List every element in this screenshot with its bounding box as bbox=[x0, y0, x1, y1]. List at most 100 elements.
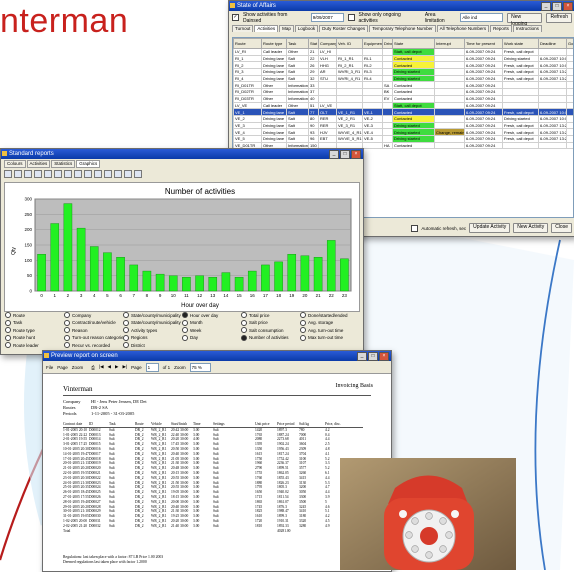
last-page-icon[interactable]: ▶| bbox=[122, 364, 127, 370]
option-avg-storage[interactable]: Avg. storage bbox=[300, 319, 359, 326]
column-header[interactable]: Veh. ID bbox=[336, 38, 363, 49]
toolbar-icon[interactable] bbox=[124, 169, 132, 178]
option-company[interactable]: Company bbox=[64, 312, 123, 318]
toolbar-icon[interactable] bbox=[14, 169, 22, 178]
option-state-county-municipality-text[interactable]: State/county/municipality text bbox=[123, 319, 182, 326]
zoom-select[interactable]: 75 % bbox=[189, 362, 211, 372]
toolbar-icon[interactable] bbox=[104, 169, 112, 178]
option-number-of-activities[interactable]: Number of activities bbox=[241, 334, 300, 341]
option-avg-turn-out-time[interactable]: Avg. turn-out time bbox=[300, 327, 359, 334]
radio-button[interactable] bbox=[5, 312, 11, 318]
toolbar-icon[interactable] bbox=[34, 169, 42, 178]
table-row[interactable]: VE_1 Driving lane Salt 77 OLT VE_1_R1 VE-1 Cont… bbox=[233, 108, 573, 116]
tab-statistics[interactable]: Statistics bbox=[51, 160, 76, 168]
toolbar-icon[interactable] bbox=[24, 169, 32, 178]
option-month[interactable]: Month bbox=[182, 319, 241, 326]
radio-button[interactable] bbox=[123, 327, 129, 334]
radio-button[interactable] bbox=[300, 312, 306, 318]
column-header[interactable]: Driver bbox=[382, 38, 393, 49]
close-icon[interactable]: × bbox=[379, 352, 389, 361]
date-field[interactable]: 9/09/2007 bbox=[310, 13, 344, 22]
option-recur-vs-recorded[interactable]: Recur vs. recorded bbox=[64, 342, 123, 349]
prev-page-icon[interactable]: ◀ bbox=[108, 364, 111, 370]
option-salt-consumption[interactable]: Salt consumption bbox=[241, 327, 300, 334]
option-salt-price[interactable]: Salt price bbox=[241, 319, 300, 326]
maximize-icon[interactable]: □ bbox=[368, 352, 378, 361]
page-input[interactable]: 1 bbox=[145, 362, 159, 372]
toolbar-icon[interactable] bbox=[84, 169, 92, 178]
column-header[interactable]: Time for present bbox=[464, 38, 503, 49]
radio-button[interactable] bbox=[241, 312, 247, 318]
column-header[interactable]: Gone since bbox=[566, 38, 573, 49]
column-header[interactable]: Interrupt bbox=[434, 38, 465, 49]
option-state-county-municipality[interactable]: State/county/municipality bbox=[123, 312, 182, 318]
menu-item-page[interactable]: Page bbox=[57, 365, 68, 370]
new-logging-button[interactable]: New logging bbox=[507, 12, 543, 27]
toolbar-icon[interactable] bbox=[44, 169, 52, 178]
minimize-icon[interactable]: _ bbox=[541, 2, 551, 11]
radio-button[interactable] bbox=[182, 334, 188, 341]
radio-button[interactable] bbox=[123, 334, 129, 341]
table-row[interactable]: RI_2 Driving lane Salt 26 HHG RI_2_R1 RI-2 Cont… bbox=[233, 61, 573, 70]
radio-button[interactable] bbox=[300, 327, 306, 334]
toolbar-icon[interactable] bbox=[74, 169, 82, 178]
toolbar-icon[interactable] bbox=[114, 169, 122, 178]
ongoing-checkbox[interactable] bbox=[347, 14, 355, 21]
tab-map[interactable]: Map bbox=[279, 25, 294, 32]
option-contract-route-vehicle[interactable]: Contract/route/vehicle bbox=[64, 319, 123, 326]
radio-button[interactable] bbox=[300, 334, 306, 341]
radio-button[interactable] bbox=[5, 327, 11, 334]
radio-button[interactable] bbox=[241, 327, 247, 334]
option-week[interactable]: Week bbox=[182, 327, 241, 334]
tab-logbook[interactable]: Logbook bbox=[294, 25, 319, 32]
table-row[interactable]: VE_4 Driving lane Salt 93 HJV WVVE_4_R1 VE-4 Dr… bbox=[233, 128, 573, 136]
option-route-hunt[interactable]: Route hunt bbox=[5, 334, 64, 341]
radio-button[interactable] bbox=[182, 327, 188, 334]
auto-refresh-checkbox[interactable] bbox=[411, 224, 419, 232]
option-route[interactable]: Route bbox=[5, 312, 64, 318]
minimize-icon[interactable]: _ bbox=[357, 352, 367, 361]
option-route-leader[interactable]: Route leader bbox=[5, 342, 64, 349]
new-activity-button[interactable]: New Activity bbox=[513, 223, 549, 233]
column-header[interactable]: Equipment bbox=[362, 38, 383, 49]
maximize-icon[interactable]: □ bbox=[340, 150, 350, 159]
radio-button[interactable] bbox=[64, 319, 70, 326]
radio-button[interactable] bbox=[64, 312, 70, 318]
radio-button[interactable] bbox=[5, 334, 11, 341]
tab-graphics[interactable]: Graphics bbox=[76, 160, 101, 168]
refresh-button[interactable]: Refresh bbox=[546, 12, 572, 23]
option-hour-over-day[interactable]: Hour over day bbox=[182, 312, 241, 318]
menu-item-file[interactable]: File bbox=[46, 365, 53, 370]
radio-button[interactable] bbox=[300, 319, 306, 326]
column-header[interactable]: Stat bbox=[308, 38, 319, 49]
column-header[interactable]: State bbox=[392, 38, 435, 49]
column-header[interactable]: Route type bbox=[261, 38, 287, 49]
toolbar-icon[interactable] bbox=[64, 169, 72, 178]
close-icon[interactable]: × bbox=[563, 2, 573, 11]
option-max-turn-out-time[interactable]: Max turn-out time bbox=[300, 334, 359, 341]
option-done-started-ended[interactable]: Done/started/ended bbox=[300, 312, 359, 318]
column-header[interactable]: Task bbox=[286, 38, 309, 49]
column-header[interactable]: Deadline bbox=[538, 38, 567, 49]
radio-button[interactable] bbox=[241, 334, 247, 341]
tab-turnout[interactable]: Turnout bbox=[232, 25, 254, 32]
column-header[interactable]: Company bbox=[318, 38, 337, 49]
table-row[interactable]: RI_D01TR Other Information 33 SA Contacted 6-0… bbox=[233, 81, 573, 90]
tab-activities[interactable]: Activities bbox=[26, 160, 51, 168]
table-row[interactable]: LV_RI Call leader Other 21 LV_HI Statt, call … bbox=[233, 48, 573, 56]
tab-colours[interactable]: Colours bbox=[4, 160, 26, 168]
column-header[interactable]: Route bbox=[233, 38, 262, 49]
table-row[interactable]: RI_D02TR Other Information 37 BK Contacted 6-0… bbox=[233, 88, 573, 96]
option-activity-types[interactable]: Activity types bbox=[123, 327, 182, 334]
tab-reports[interactable]: Reports bbox=[490, 25, 512, 32]
radio-button[interactable] bbox=[64, 327, 70, 334]
menu-item-zoom[interactable]: Zoom bbox=[72, 365, 84, 370]
tab-temporary-telephone-number[interactable]: Temporary Telephone Number bbox=[369, 25, 436, 32]
radio-button[interactable] bbox=[123, 312, 129, 318]
area-select[interactable]: Alle ind bbox=[460, 13, 504, 22]
toolbar-icon[interactable] bbox=[4, 169, 12, 178]
option-district[interactable]: District bbox=[123, 342, 182, 349]
radio-button[interactable] bbox=[182, 319, 188, 326]
first-page-icon[interactable]: |◀ bbox=[99, 364, 104, 370]
toolbar-icon[interactable] bbox=[54, 169, 62, 178]
